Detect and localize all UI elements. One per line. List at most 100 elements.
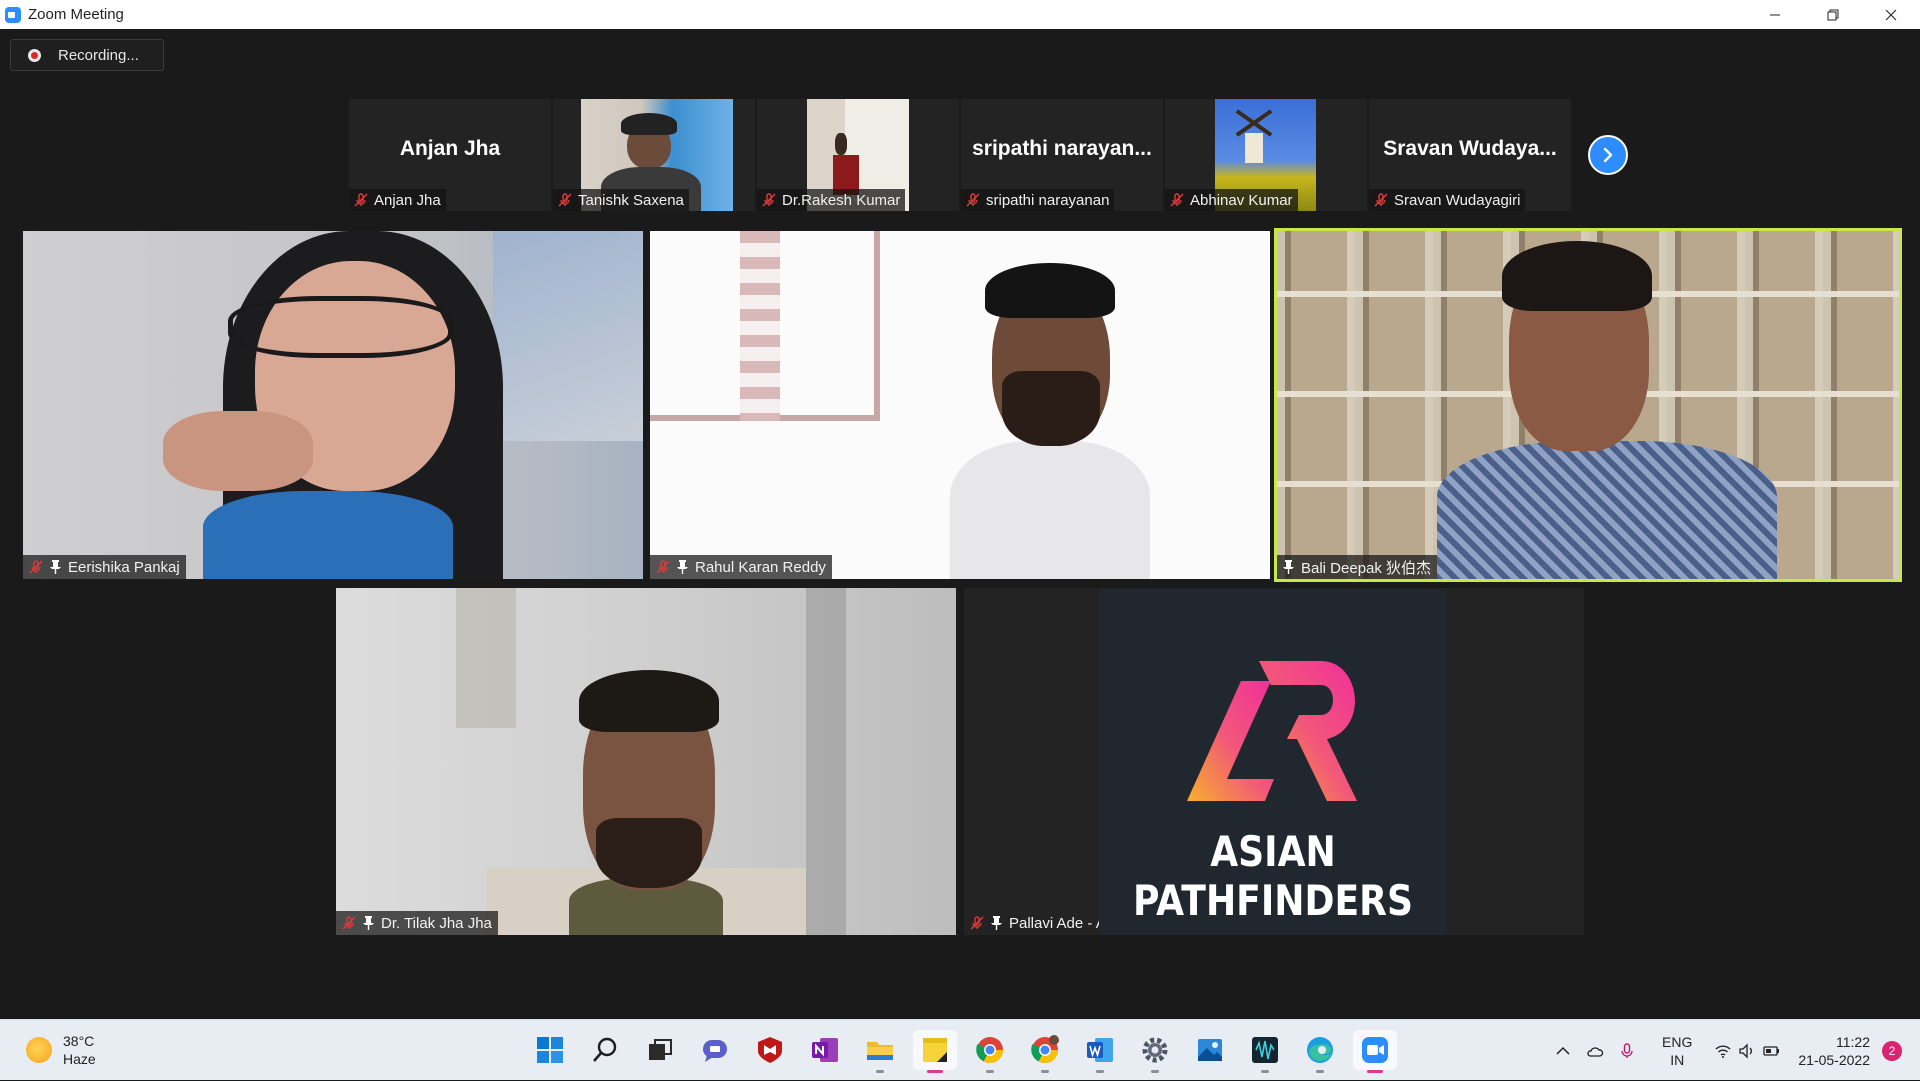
recording-label: Recording... <box>58 46 139 64</box>
muted-mic-icon <box>656 560 670 574</box>
weather-text: 38°C Haze <box>63 1032 96 1068</box>
chrome-icon <box>976 1037 1004 1064</box>
video-tile-rahul-karan-reddy[interactable]: Rahul Karan Reddy <box>650 231 1270 579</box>
pin-icon <box>677 560 688 574</box>
participant-strip: Anjan Jha Anjan Jha Tanishk Saxena Dr.Ra… <box>349 99 1571 211</box>
participant-name-tag: Dr.Rakesh Kumar <box>757 189 906 211</box>
participant-name-tag: Tanishk Saxena <box>553 189 689 211</box>
participant-name: Dr. Tilak Jha Jha <box>381 914 492 932</box>
sticky-notes-icon <box>923 1038 947 1062</box>
weather-condition: Haze <box>63 1051 96 1067</box>
participant-name-tag: sripathi narayanan <box>961 189 1115 211</box>
participant-video <box>1277 231 1899 579</box>
close-button[interactable] <box>1862 0 1920 29</box>
muted-mic-icon <box>29 560 43 574</box>
participant-name: Abhinav Kumar <box>1190 191 1293 209</box>
strip-tile-tanishk-saxena[interactable]: Tanishk Saxena <box>553 99 755 211</box>
video-tile-eerishika-pankaj[interactable]: Eerishika Pankaj <box>23 231 643 579</box>
search-button[interactable] <box>583 1030 627 1070</box>
participant-display-name: Sravan Wudaya... <box>1383 137 1557 160</box>
windows-taskbar: 38°C Haze ENG IN 11:22 21-05-2022 2 <box>0 1019 1920 1080</box>
strip-tile-sravan-wudayagiri[interactable]: Sravan Wudaya... Sravan Wudayagiri <box>1369 99 1571 211</box>
chrome-icon <box>1031 1035 1059 1064</box>
clock-time: 11:22 <box>1836 1033 1870 1050</box>
next-page-button[interactable] <box>1588 135 1628 175</box>
word-button[interactable] <box>1078 1030 1122 1073</box>
battery-button[interactable] <box>1762 1042 1780 1060</box>
folder-icon <box>867 1042 893 1060</box>
chrome-profile-button[interactable] <box>1023 1030 1067 1073</box>
photos-button[interactable] <box>1188 1030 1232 1070</box>
zoom-app-icon <box>5 6 21 23</box>
weather-widget[interactable]: 38°C Haze <box>26 1032 96 1068</box>
participant-name: Rahul Karan Reddy <box>695 558 826 576</box>
language-code: ENG <box>1662 1033 1693 1050</box>
active-indicator <box>1367 1070 1383 1073</box>
participant-name-tag: Anjan Jha <box>349 189 446 211</box>
search-icon <box>593 1037 617 1062</box>
show-hidden-icons-button[interactable] <box>1554 1042 1572 1060</box>
onenote-button[interactable] <box>803 1030 847 1070</box>
chevron-up-icon <box>1556 1046 1570 1055</box>
battery-icon <box>1763 1045 1780 1056</box>
running-indicator <box>1041 1070 1049 1073</box>
restore-icon <box>1827 9 1839 20</box>
task-view-button[interactable] <box>638 1030 682 1070</box>
muted-mic-icon <box>966 193 980 207</box>
settings-button[interactable] <box>1133 1030 1177 1073</box>
task-view-icon <box>649 1039 672 1060</box>
close-icon <box>1885 9 1897 20</box>
microphone-status[interactable] <box>1618 1042 1636 1060</box>
muted-mic-icon <box>970 916 984 930</box>
windows-start-icon <box>537 1037 563 1063</box>
participant-name-tag: Sravan Wudayagiri <box>1369 189 1526 211</box>
volume-button[interactable] <box>1738 1042 1756 1060</box>
sticky-notes-button[interactable] <box>913 1030 957 1073</box>
network-button[interactable] <box>1714 1042 1732 1060</box>
video-tile-bali-deepak[interactable]: Bali Deepak 狄伯杰 <box>1274 228 1902 582</box>
teams-chat-icon <box>703 1040 727 1062</box>
participant-display-name: sripathi narayan... <box>972 137 1152 160</box>
participant-name: sripathi narayanan <box>986 191 1110 209</box>
chrome-button[interactable] <box>968 1030 1012 1073</box>
muted-mic-icon <box>1374 193 1388 207</box>
zoom-button[interactable] <box>1353 1030 1397 1073</box>
onenote-icon <box>812 1038 838 1062</box>
recording-indicator[interactable]: Recording... <box>10 39 164 71</box>
edge-button[interactable] <box>1298 1030 1342 1073</box>
window-title: Zoom Meeting <box>28 6 124 23</box>
participant-video <box>650 231 1270 579</box>
onedrive-button[interactable] <box>1586 1042 1604 1060</box>
region-code: IN <box>1670 1051 1685 1068</box>
taskbar-clock[interactable]: 11:22 21-05-2022 <box>1798 1033 1870 1069</box>
muted-mic-icon <box>342 916 356 930</box>
running-indicator <box>876 1070 884 1073</box>
participant-name: Eerishika Pankaj <box>68 558 180 576</box>
start-button[interactable] <box>528 1030 572 1070</box>
restore-button[interactable] <box>1804 0 1862 29</box>
audio-app-button[interactable] <box>1243 1030 1287 1073</box>
mcafee-button[interactable] <box>748 1030 792 1070</box>
input-language[interactable]: ENG IN <box>1662 1033 1692 1069</box>
file-explorer-button[interactable] <box>858 1030 902 1073</box>
asian-pathfinders-logo: ASIAN PATHFINDERS <box>1099 589 1447 935</box>
participant-name: Anjan Jha <box>374 191 441 209</box>
record-icon <box>28 48 41 62</box>
pin-icon <box>363 916 374 930</box>
minimize-button[interactable] <box>1746 0 1804 29</box>
strip-tile-anjan-jha[interactable]: Anjan Jha Anjan Jha <box>349 99 551 211</box>
speaker-icon <box>1739 1042 1753 1059</box>
participant-name-tag: Rahul Karan Reddy <box>650 555 832 579</box>
notification-badge[interactable]: 2 <box>1882 1040 1902 1061</box>
waveform-icon <box>1252 1037 1278 1063</box>
strip-tile-sripathi-narayanan[interactable]: sripathi narayan... sripathi narayanan <box>961 99 1163 211</box>
strip-tile-abhinav-kumar[interactable]: Abhinav Kumar <box>1165 99 1367 211</box>
chat-button[interactable] <box>693 1030 737 1070</box>
strip-tile-rakesh-kumar[interactable]: Dr.Rakesh Kumar <box>757 99 959 211</box>
participant-name: Bali Deepak 狄伯杰 <box>1301 559 1432 577</box>
video-tile-tilak-jha[interactable]: Dr. Tilak Jha Jha <box>336 588 956 935</box>
wifi-icon <box>1715 1044 1731 1058</box>
title-bar: Zoom Meeting <box>0 0 1920 29</box>
running-indicator <box>1316 1070 1324 1073</box>
pin-icon <box>50 560 61 574</box>
